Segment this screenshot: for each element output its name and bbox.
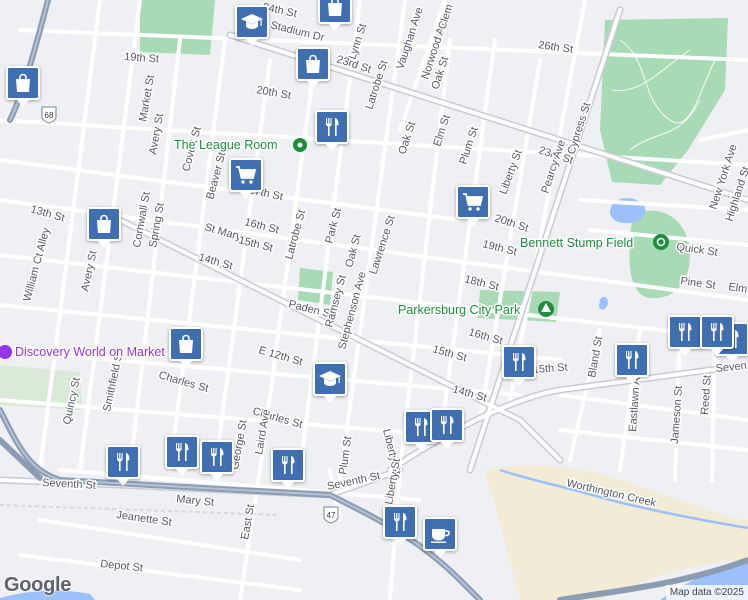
restaurant-marker[interactable] [200, 440, 234, 481]
shopping-bag-icon [301, 52, 325, 76]
grocery-marker[interactable] [229, 158, 263, 199]
shopping-bag-icon [174, 332, 198, 356]
shopping-cart-icon [461, 190, 485, 214]
fork-knife-icon [507, 350, 531, 374]
fork-knife-icon [276, 453, 300, 477]
stadium-icon [653, 234, 669, 250]
park-area [298, 268, 333, 305]
shopping-marker[interactable] [6, 66, 40, 107]
fork-knife-icon [705, 320, 729, 344]
shopping-bag-icon [323, 0, 347, 19]
restaurant-marker[interactable] [615, 343, 649, 384]
restaurant-marker[interactable] [502, 345, 536, 386]
fork-knife-icon [111, 450, 135, 474]
cafe-marker[interactable] [423, 517, 457, 558]
place-discovery-world[interactable]: Discovery World on Market [0, 344, 167, 361]
fork-knife-icon [435, 413, 459, 437]
restaurant-marker[interactable] [700, 315, 734, 356]
map-attribution[interactable]: Map data ©2025 [665, 585, 748, 600]
svg-text:Discovery World on Market: Discovery World on Market [15, 345, 165, 359]
fork-knife-icon [673, 320, 697, 344]
restaurant-marker[interactable] [430, 408, 464, 449]
shopping-marker[interactable] [318, 0, 352, 31]
map-canvas[interactable]: 68 47 24th St Stadium Dr 26th St 19th St… [0, 0, 748, 600]
shopping-bag-icon [11, 71, 35, 95]
restaurant-marker[interactable] [106, 445, 140, 486]
school-marker[interactable] [313, 362, 347, 403]
svg-text:68: 68 [45, 111, 54, 120]
fork-knife-icon [170, 440, 194, 464]
coffee-cup-icon [428, 522, 452, 546]
route-shield-68: 68 [41, 106, 57, 124]
fork-knife-icon [205, 445, 229, 469]
svg-text:Parkersburg City Park: Parkersburg City Park [398, 303, 521, 317]
shopping-marker[interactable] [87, 207, 121, 248]
google-logo[interactable]: Google [4, 574, 71, 597]
restaurant-marker[interactable] [271, 448, 305, 489]
fork-knife-icon [620, 348, 644, 372]
school-marker[interactable] [235, 5, 269, 46]
graduation-cap-icon [318, 367, 342, 391]
restaurant-marker[interactable] [315, 110, 349, 151]
shopping-cart-icon [234, 163, 258, 187]
fork-knife-icon [320, 115, 344, 139]
restaurant-marker[interactable] [383, 505, 417, 546]
route-shield-47: 47 [323, 506, 339, 524]
grocery-marker[interactable] [456, 185, 490, 226]
svg-text:Bennett Stump Field: Bennett Stump Field [520, 236, 633, 250]
fork-knife-icon [388, 510, 412, 534]
shopping-bag-icon [92, 212, 116, 236]
street-label: 15th St [532, 362, 568, 376]
svg-text:47: 47 [327, 511, 336, 520]
shopping-marker[interactable] [296, 47, 330, 88]
shopping-marker[interactable] [169, 327, 203, 368]
svg-text:The League Room: The League Room [174, 138, 278, 152]
graduation-cap-icon [240, 10, 264, 34]
restaurant-marker[interactable] [165, 435, 199, 476]
street-label: 19th St [124, 51, 160, 65]
restaurant-marker[interactable] [668, 315, 702, 356]
